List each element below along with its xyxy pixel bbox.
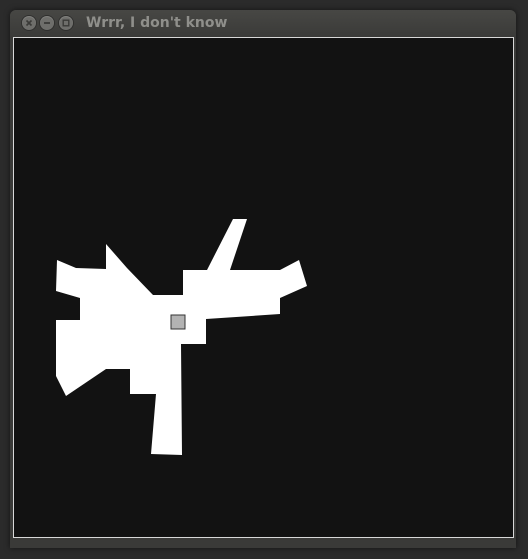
drawing-canvas[interactable] (13, 37, 514, 538)
close-button[interactable] (22, 16, 36, 30)
app-window: Wrrr, I don't know (10, 10, 516, 548)
maximize-icon (62, 19, 70, 27)
window-title: Wrrr, I don't know (86, 15, 228, 31)
minimize-button[interactable] (40, 16, 54, 30)
selection-marker[interactable] (170, 314, 186, 330)
titlebar[interactable]: Wrrr, I don't know (10, 10, 516, 36)
canvas-svg (14, 38, 513, 537)
close-icon (25, 19, 33, 27)
minimize-icon (44, 22, 50, 24)
maximize-button[interactable] (59, 16, 73, 30)
